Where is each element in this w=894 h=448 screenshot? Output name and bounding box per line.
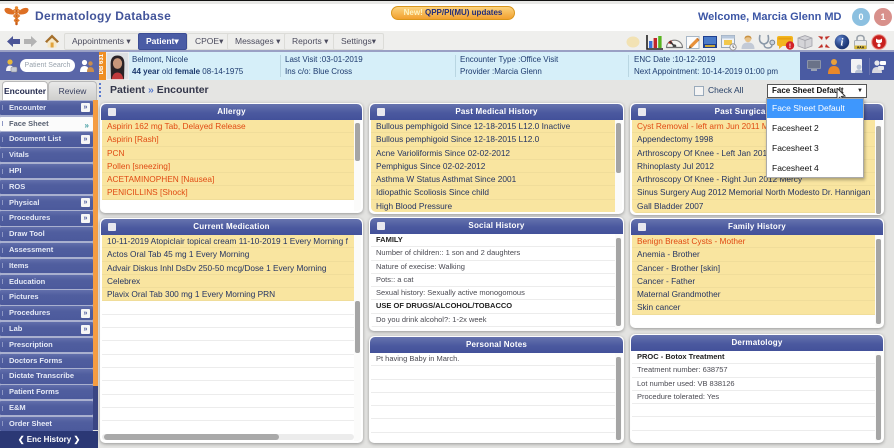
svg-text:AAA: AAA — [857, 45, 865, 49]
svg-text:!: ! — [789, 43, 791, 50]
svg-text:i: i — [841, 38, 844, 49]
